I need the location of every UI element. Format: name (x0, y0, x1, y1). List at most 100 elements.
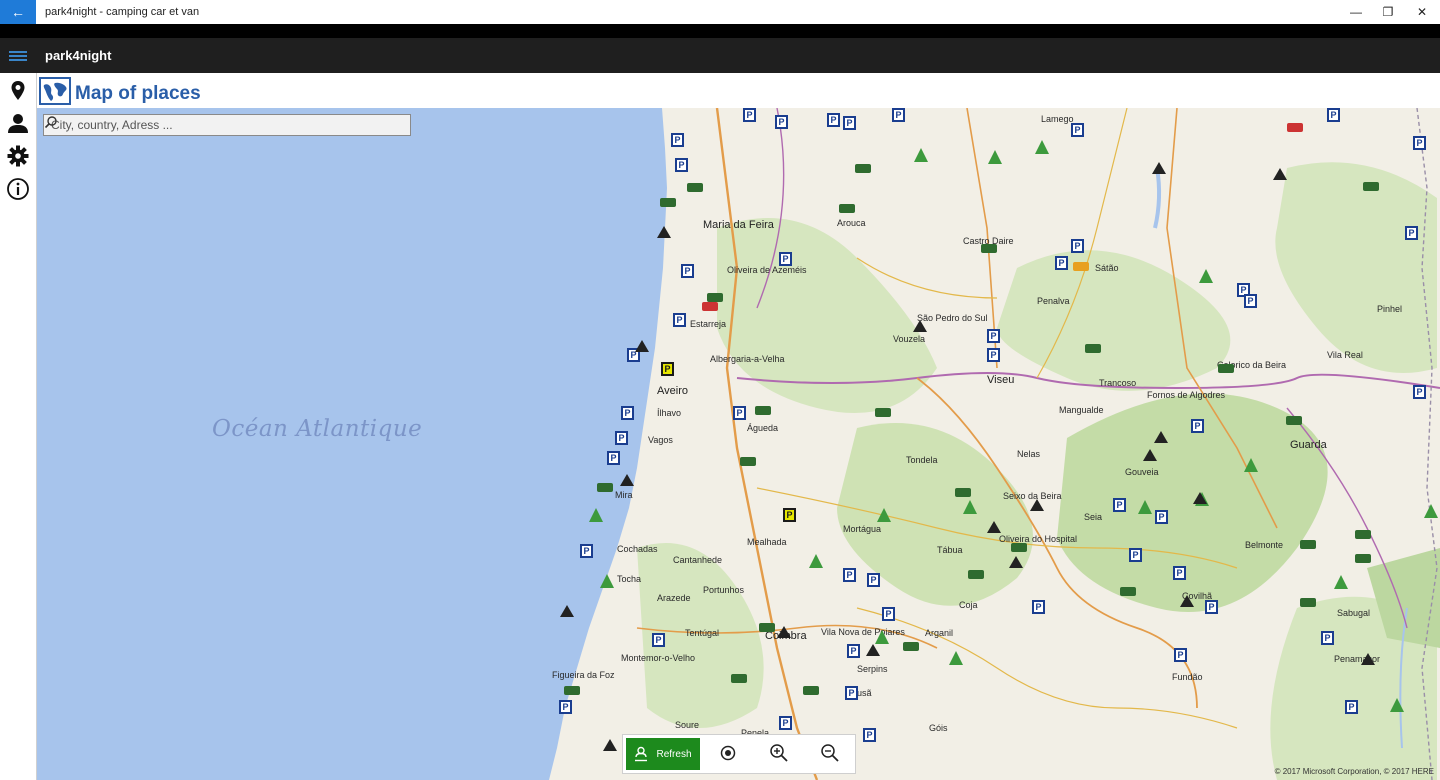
nature-marker[interactable] (600, 574, 614, 588)
nature-marker[interactable] (914, 148, 928, 162)
parking-marker[interactable]: P (1174, 648, 1187, 662)
parking-marker[interactable]: P (1155, 510, 1168, 524)
zoom-in-icon[interactable] (767, 741, 791, 765)
campsite-marker[interactable] (657, 226, 671, 238)
campsite-marker[interactable] (987, 521, 1001, 533)
motorhome-marker[interactable] (731, 674, 747, 683)
motorhome-marker[interactable] (564, 686, 580, 695)
motorhome-marker[interactable] (707, 293, 723, 302)
campsite-marker[interactable] (1009, 556, 1023, 568)
nature-marker[interactable] (963, 500, 977, 514)
nature-marker[interactable] (875, 630, 889, 644)
parking-marker[interactable]: P (559, 700, 572, 714)
parking-marker[interactable]: P (1032, 600, 1045, 614)
parking-marker[interactable]: P (615, 431, 628, 445)
motorhome-marker[interactable] (755, 406, 771, 415)
nature-marker[interactable] (988, 150, 1002, 164)
parking-marker[interactable]: P (1244, 294, 1257, 308)
nature-marker[interactable] (1035, 140, 1049, 154)
motorhome-marker[interactable] (1355, 530, 1371, 539)
campsite-marker[interactable] (1361, 653, 1375, 665)
parking-marker[interactable]: P (1345, 700, 1358, 714)
search-icon[interactable] (44, 115, 58, 129)
motorhome-marker[interactable] (875, 408, 891, 417)
zoom-out-icon[interactable] (818, 741, 842, 765)
minimize-button[interactable]: — (1338, 0, 1374, 24)
campsite-marker[interactable] (1180, 595, 1194, 607)
nature-marker[interactable] (949, 651, 963, 665)
search-input[interactable] (44, 115, 388, 135)
motorhome-marker[interactable] (1286, 416, 1302, 425)
motorhome-marker[interactable] (968, 570, 984, 579)
motorhome-marker[interactable] (1355, 554, 1371, 563)
parking-marker[interactable]: P (621, 406, 634, 420)
parking-marker[interactable]: P (1327, 108, 1340, 122)
search-box[interactable] (43, 114, 411, 136)
parking-marker[interactable]: P (827, 113, 840, 127)
campsite-marker[interactable] (620, 474, 634, 486)
nature-marker[interactable] (1334, 575, 1348, 589)
parking-marker-highlight[interactable]: P (661, 362, 674, 376)
motorhome-marker[interactable] (1300, 540, 1316, 549)
parking-marker[interactable]: P (675, 158, 688, 172)
motorhome-marker[interactable] (1300, 598, 1316, 607)
parking-marker[interactable]: P (607, 451, 620, 465)
campsite-marker[interactable] (1154, 431, 1168, 443)
parking-marker[interactable]: P (652, 633, 665, 647)
campsite-marker[interactable] (560, 605, 574, 617)
campsite-marker[interactable] (777, 626, 791, 638)
parking-marker[interactable]: P (743, 108, 756, 122)
motorhome-marker[interactable] (955, 488, 971, 497)
parking-marker[interactable]: P (673, 313, 686, 327)
nature-marker[interactable] (809, 554, 823, 568)
parking-marker[interactable]: P (779, 716, 792, 730)
motorhome-marker[interactable] (839, 204, 855, 213)
motorhome-marker[interactable] (855, 164, 871, 173)
campsite-marker[interactable] (635, 340, 649, 352)
parking-marker[interactable]: P (1413, 385, 1426, 399)
motorhome-marker-orange[interactable] (1073, 262, 1089, 271)
parking-marker[interactable]: P (882, 607, 895, 621)
parking-marker[interactable]: P (1055, 256, 1068, 270)
campsite-marker[interactable] (603, 739, 617, 751)
campsite-marker[interactable] (1273, 168, 1287, 180)
parking-marker[interactable]: P (681, 264, 694, 278)
nature-marker[interactable] (1138, 500, 1152, 514)
campsite-marker[interactable] (866, 644, 880, 656)
motorhome-marker[interactable] (687, 183, 703, 192)
user-icon[interactable] (6, 111, 30, 135)
motorhome-marker[interactable] (740, 457, 756, 466)
parking-marker[interactable]: P (1405, 226, 1418, 240)
motorhome-marker[interactable] (1011, 543, 1027, 552)
campsite-marker[interactable] (1193, 492, 1207, 504)
nature-marker[interactable] (1390, 698, 1404, 712)
campsite-marker[interactable] (1152, 162, 1166, 174)
parking-marker[interactable]: P (1071, 123, 1084, 137)
motorhome-marker[interactable] (1363, 182, 1379, 191)
nature-marker[interactable] (1244, 458, 1258, 472)
parking-marker[interactable]: P (863, 728, 876, 742)
motorhome-marker[interactable] (1120, 587, 1136, 596)
parking-marker[interactable]: P (843, 568, 856, 582)
parking-marker[interactable]: P (843, 116, 856, 130)
parking-marker[interactable]: P (779, 252, 792, 266)
parking-marker[interactable]: P (847, 644, 860, 658)
parking-marker[interactable]: P (892, 108, 905, 122)
parking-marker[interactable]: P (775, 115, 788, 129)
nature-marker[interactable] (1199, 269, 1213, 283)
parking-marker[interactable]: P (1129, 548, 1142, 562)
parking-marker[interactable]: P (845, 686, 858, 700)
hamburger-menu-icon[interactable] (9, 51, 27, 61)
locate-icon[interactable] (716, 741, 740, 765)
parking-marker[interactable]: P (1173, 566, 1186, 580)
motorhome-marker[interactable] (1085, 344, 1101, 353)
parking-marker[interactable]: P (1321, 631, 1334, 645)
parking-marker[interactable]: P (1113, 498, 1126, 512)
gear-icon[interactable] (6, 144, 30, 168)
parking-marker[interactable]: P (580, 544, 593, 558)
parking-marker[interactable]: P (987, 329, 1000, 343)
info-icon[interactable] (6, 177, 30, 201)
back-button[interactable]: ← (0, 0, 36, 24)
parking-marker[interactable]: P (1071, 239, 1084, 253)
parking-marker[interactable]: P (1413, 136, 1426, 150)
